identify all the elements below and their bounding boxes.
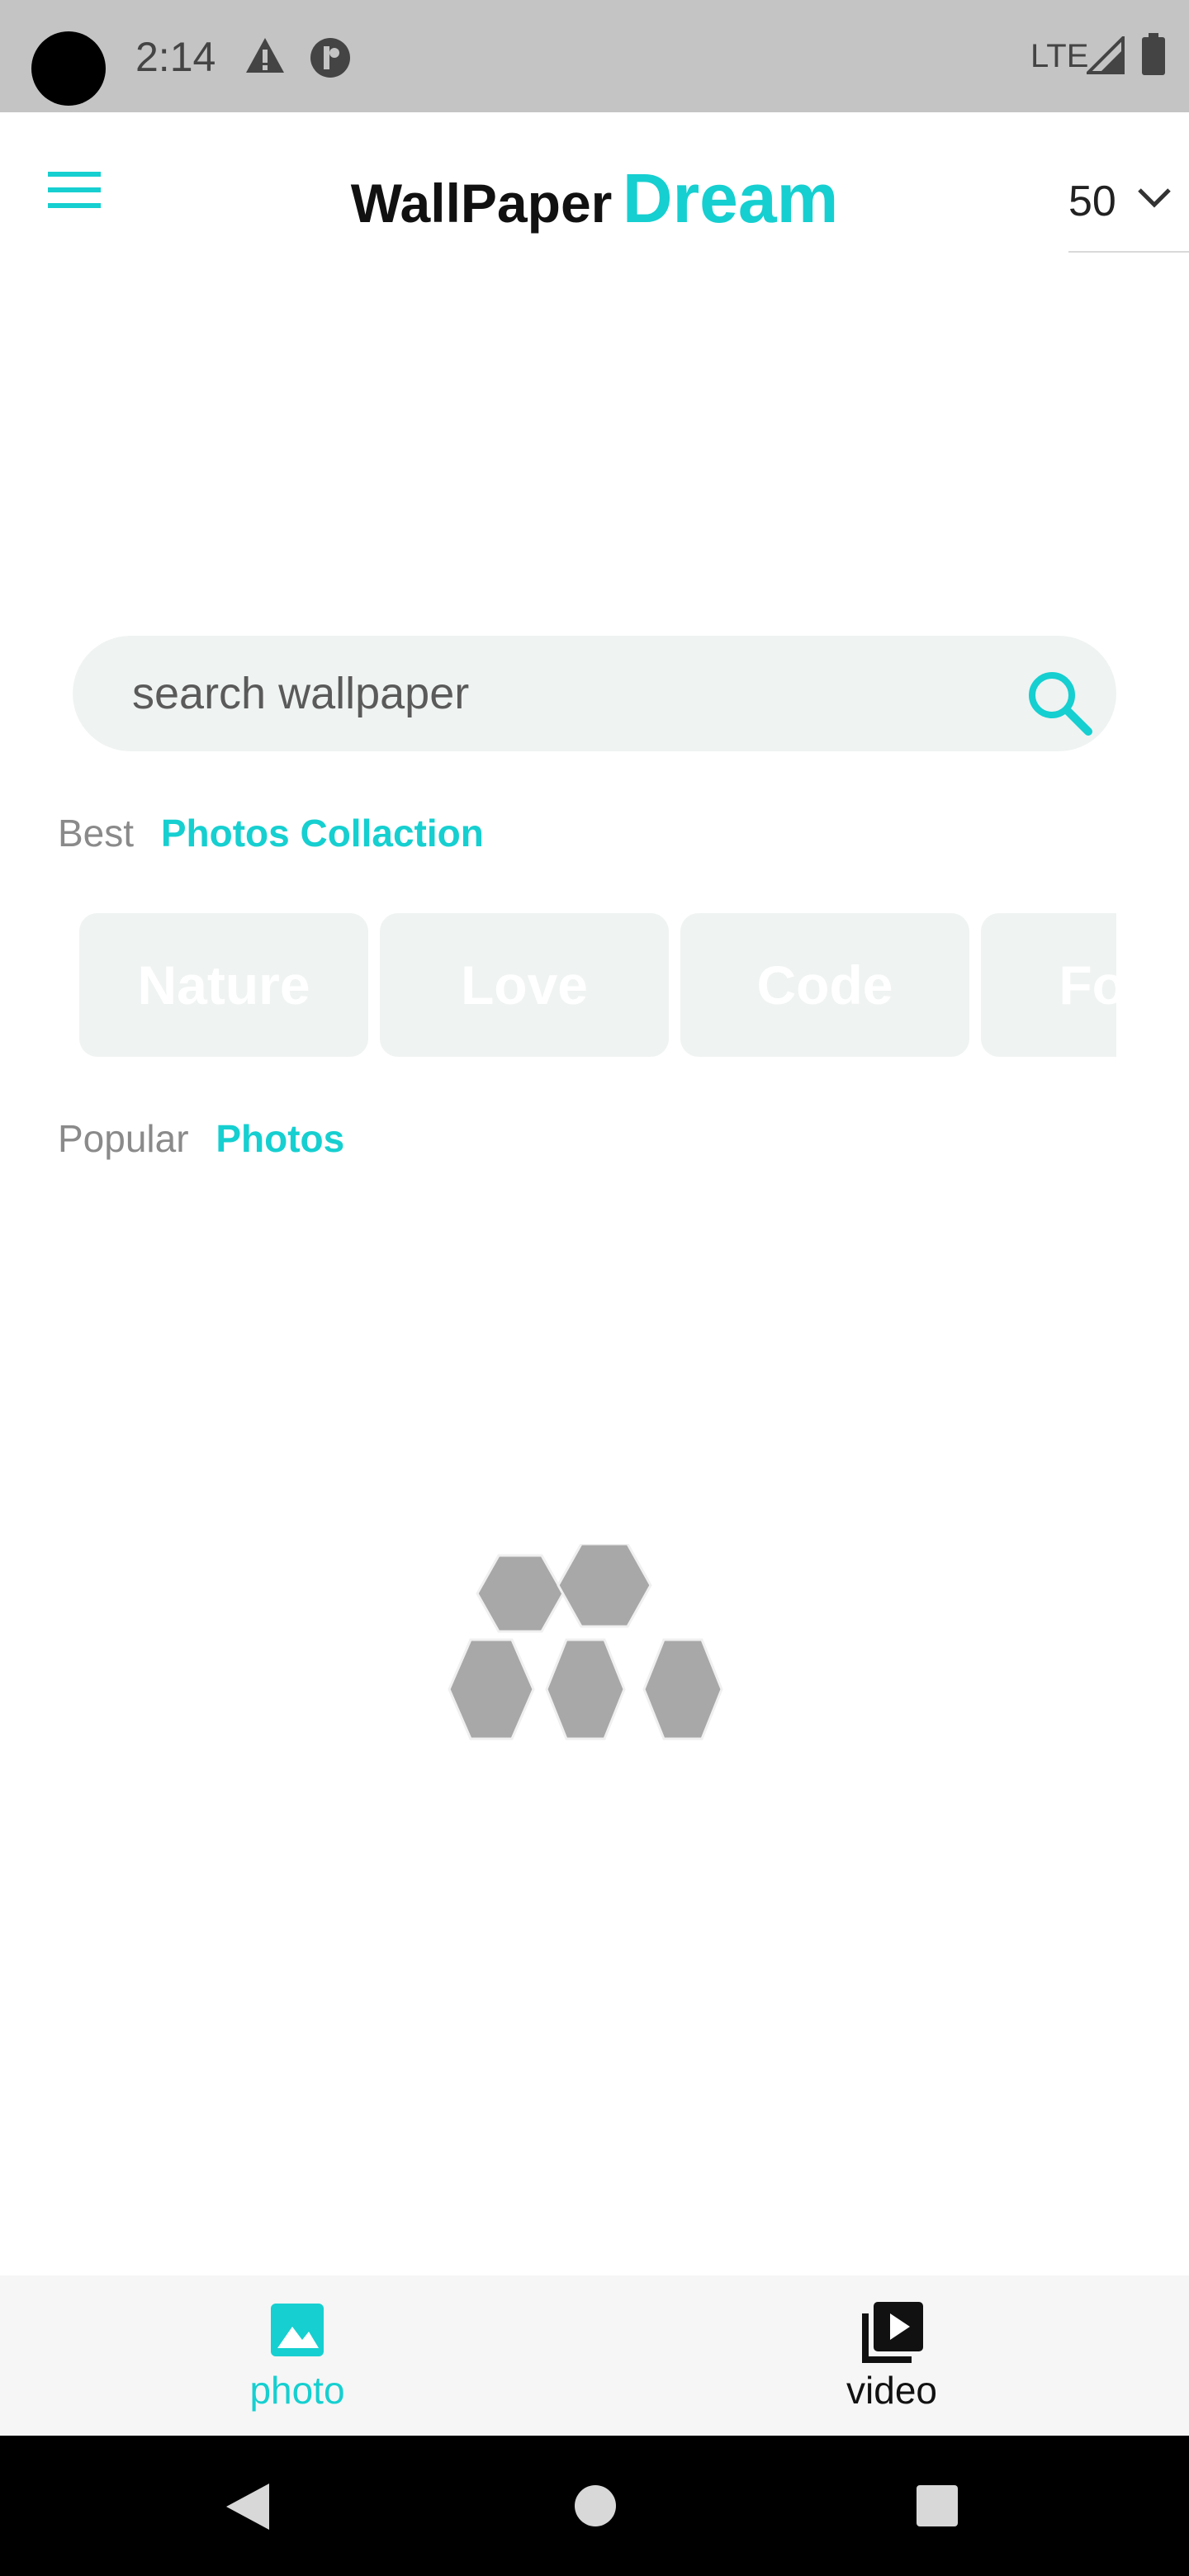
photos-label: Photos: [216, 1117, 345, 1160]
image-icon: [269, 2302, 325, 2362]
category-chip-food[interactable]: Food: [981, 913, 1116, 1057]
back-icon[interactable]: [223, 2480, 272, 2537]
popular-label: Popular: [58, 1117, 189, 1160]
warning-icon: [244, 36, 286, 78]
app-title-part2: Dream: [622, 159, 839, 237]
app-notification-icon: [309, 36, 352, 83]
photos-collection-label: Photos Collaction: [160, 812, 484, 855]
app-title-part1: WallPaper: [350, 173, 613, 234]
battery-icon: [1141, 33, 1166, 80]
status-time: 2:14: [135, 34, 216, 80]
loading-indicator: [446, 1542, 743, 1750]
search-box: [73, 636, 1116, 751]
nav-video-label: video: [846, 2369, 937, 2412]
app-bar: WallPaper Dream 50: [0, 112, 1189, 277]
bottom-navigation: photo video: [0, 2275, 1189, 2436]
best-label: Best: [58, 812, 135, 855]
camera-cutout: [31, 31, 106, 106]
home-icon[interactable]: [573, 2484, 618, 2532]
category-list: Nature Love Code Food: [79, 913, 1116, 1057]
chevron-down-icon: [1136, 185, 1172, 214]
popular-photos-heading: Popular Photos: [58, 1116, 344, 1161]
video-library-icon: [862, 2302, 923, 2367]
app-title: WallPaper Dream: [0, 159, 1189, 239]
category-chip-code[interactable]: Code: [680, 913, 969, 1057]
nav-photo-tab[interactable]: photo: [0, 2275, 594, 2436]
best-collection-heading: Best Photos Collaction: [58, 811, 484, 855]
category-chip-love[interactable]: Love: [380, 913, 669, 1057]
signal-icon: [1084, 34, 1125, 78]
nav-video-tab[interactable]: video: [594, 2275, 1189, 2436]
network-type: LTE: [1030, 38, 1089, 74]
hexagon-loader-icon: [448, 1542, 723, 1740]
per-page-value: 50: [1068, 178, 1116, 225]
search-button[interactable]: [1022, 665, 1097, 740]
system-navigation-bar: [0, 2436, 1189, 2576]
search-input[interactable]: [130, 664, 956, 723]
recents-icon[interactable]: [915, 2484, 959, 2532]
search-icon: [1029, 672, 1092, 736]
per-page-dropdown[interactable]: 50: [1068, 154, 1189, 253]
category-chip-nature[interactable]: Nature: [79, 913, 368, 1057]
status-bar: 2:14 LTE: [0, 0, 1189, 112]
nav-photo-label: photo: [249, 2369, 345, 2412]
